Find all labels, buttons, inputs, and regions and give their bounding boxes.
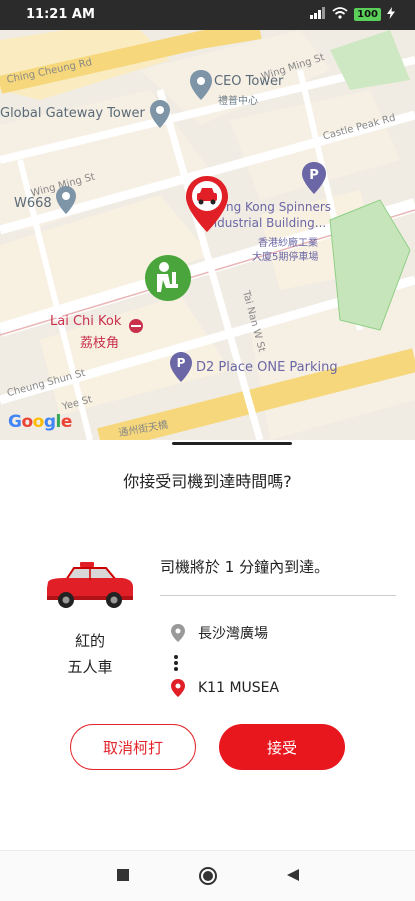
status-icons: 100: [310, 7, 395, 22]
red-taxi-icon: [47, 562, 133, 608]
svg-text:P: P: [309, 168, 319, 183]
system-nav-bar: [0, 850, 415, 901]
station-label-zh: 荔枝角: [80, 336, 120, 351]
poi-pin-icon[interactable]: [150, 100, 170, 128]
home-circle-icon[interactable]: [198, 866, 218, 886]
place-label-ceo-tower-zh: 禮普中心: [218, 96, 258, 107]
parking-pin-icon[interactable]: P: [302, 162, 326, 194]
dropoff-pin-icon: [170, 679, 186, 697]
place-label-spinners-zh: 香港紗廠工業: [258, 238, 318, 249]
poi-pin-icon[interactable]: [56, 186, 76, 214]
battery-icon: 100: [354, 8, 381, 21]
eta-text: 司機將於 1 分鐘內到達。: [160, 558, 330, 576]
mtr-station-icon: [129, 319, 143, 333]
parking-pin-icon[interactable]: P: [170, 352, 192, 382]
sheet-drag-handle[interactable]: [172, 442, 292, 445]
svg-text:P: P: [177, 356, 186, 370]
accept-button[interactable]: 接受: [219, 724, 345, 770]
dropoff-row: K11 MUSEA: [170, 679, 279, 697]
taxi-location-marker-icon[interactable]: [186, 176, 228, 232]
station-label: Lai Chi Kok: [50, 314, 122, 329]
place-label-ceo-tower: CEO Tower: [214, 74, 284, 89]
charging-icon: [387, 7, 395, 22]
map-view[interactable]: Ching Cheung Rd Wing Ming St CEO Tower 禮…: [0, 30, 415, 440]
vehicle-type-line1: 紅的: [74, 632, 105, 650]
vehicle-type-label: 紅的 五人車: [44, 628, 136, 680]
status-bar: 11:21 AM 100: [0, 0, 415, 30]
place-label-spinners-zh2: 大廈5期停車場: [252, 252, 319, 263]
cancel-order-button[interactable]: 取消柯打: [70, 724, 196, 770]
pickup-row: 長沙灣廣場: [170, 623, 268, 643]
vehicle-type-line2: 五人車: [67, 658, 113, 676]
confirmation-question: 你接受司機到達時間嗎?: [123, 472, 292, 491]
wifi-icon: [332, 7, 348, 22]
place-label-spinners: ng Kong Spinners: [226, 200, 332, 214]
recents-square-icon[interactable]: [116, 868, 130, 882]
google-attribution-logo: Google: [8, 412, 72, 432]
pickup-pin-icon: [170, 624, 186, 642]
pickup-address: 長沙灣廣場: [198, 626, 268, 642]
driver-marker-icon[interactable]: [144, 254, 192, 302]
dropoff-address: K11 MUSEA: [198, 680, 280, 696]
poi-pin-icon[interactable]: [190, 70, 212, 100]
place-label-global-gateway: Global Gateway Tower: [0, 106, 145, 121]
back-triangle-icon[interactable]: [286, 868, 300, 882]
divider: [160, 595, 396, 596]
signal-icon: [310, 7, 326, 22]
place-label-d2-parking: D2 Place ONE Parking: [196, 360, 338, 375]
route-dots: [174, 653, 180, 673]
status-time: 11:21 AM: [26, 7, 95, 22]
place-label-w668: W668: [14, 196, 52, 211]
